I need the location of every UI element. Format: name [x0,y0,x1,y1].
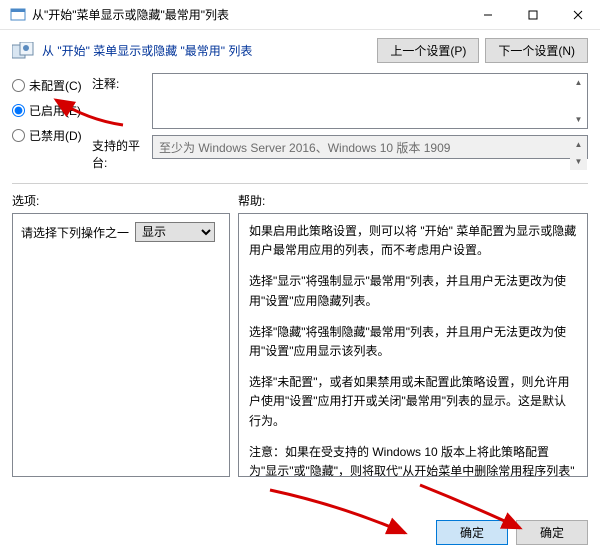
help-section-label: 帮助: [238,192,588,209]
comment-label: 注释: [92,73,152,129]
help-paragraph: 选择"显示"将强制显示"最常用"列表，并且用户无法更改为使用"设置"应用隐藏列表… [249,272,577,310]
scroll-down-icon[interactable]: ▼ [570,111,587,128]
ok-button[interactable]: 确定 [436,520,508,545]
radio-enabled[interactable]: 已启用(E) [12,102,92,119]
help-panel[interactable]: 如果启用此策略设置，则可以将 "开始" 菜单配置为显示或隐藏用户最常用应用的列表… [238,213,588,477]
next-setting-button[interactable]: 下一个设置(N) [485,38,588,63]
ok-button-2[interactable]: 确定 [516,520,588,545]
supported-scroll: ▲ ▼ [570,136,587,170]
minimize-button[interactable] [465,0,510,30]
scroll-down-icon[interactable]: ▼ [570,153,587,170]
supported-on-box: 至少为 Windows Server 2016、Windows 10 版本 19… [152,135,588,159]
radio-not-configured[interactable]: 未配置(C) [12,77,92,94]
close-button[interactable] [555,0,600,30]
header-row: 从 "开始" 菜单显示或隐藏 "最常用" 列表 上一个设置(P) 下一个设置(N… [0,30,600,69]
radio-enabled-label: 已启用(E) [29,102,81,119]
help-paragraph: 如果启用此策略设置，则可以将 "开始" 菜单配置为显示或隐藏用户最常用应用的列表… [249,222,577,260]
prev-setting-button[interactable]: 上一个设置(P) [377,38,479,63]
maximize-button[interactable] [510,0,555,30]
options-select[interactable]: 显示 [135,222,215,242]
titlebar: 从"开始"菜单显示或隐藏"最常用"列表 [0,0,600,30]
radio-enabled-input[interactable] [12,104,25,117]
supported-on-text: 至少为 Windows Server 2016、Windows 10 版本 19… [159,141,450,155]
comment-scroll: ▲ ▼ [570,74,587,128]
window-icon [10,7,26,23]
policy-title: 从 "开始" 菜单显示或隐藏 "最常用" 列表 [42,42,377,59]
window-controls [465,0,600,30]
help-paragraph: 注意：如果在受支持的 Windows 10 版本上将此策略配置为"显示"或"隐藏… [249,443,577,477]
options-select-label: 请选择下列操作之一 [21,224,129,241]
window-title: 从"开始"菜单显示或隐藏"最常用"列表 [32,6,465,23]
radio-disabled-input[interactable] [12,129,25,142]
supported-label: 支持的平台: [92,135,152,171]
options-panel: 请选择下列操作之一 显示 [12,213,230,477]
options-section-label: 选项: [12,192,238,209]
radio-not-configured-input[interactable] [12,79,25,92]
dialog-footer: 确定 确定 [436,520,588,545]
radio-not-configured-label: 未配置(C) [29,77,82,94]
help-paragraph: 选择"隐藏"将强制隐藏"最常用"列表，并且用户无法更改为使用"设置"应用显示该列… [249,323,577,361]
scroll-up-icon[interactable]: ▲ [570,74,587,91]
annotation-arrow-icon [260,485,410,540]
state-radio-group: 未配置(C) 已启用(E) 已禁用(D) [12,73,92,177]
comment-textarea[interactable] [152,73,588,129]
radio-disabled-label: 已禁用(D) [29,127,82,144]
scroll-up-icon[interactable]: ▲ [570,136,587,153]
help-paragraph: 选择"未配置"，或者如果禁用或未配置此策略设置，则允许用户使用"设置"应用打开或… [249,373,577,431]
radio-disabled[interactable]: 已禁用(D) [12,127,92,144]
policy-icon [12,42,34,60]
